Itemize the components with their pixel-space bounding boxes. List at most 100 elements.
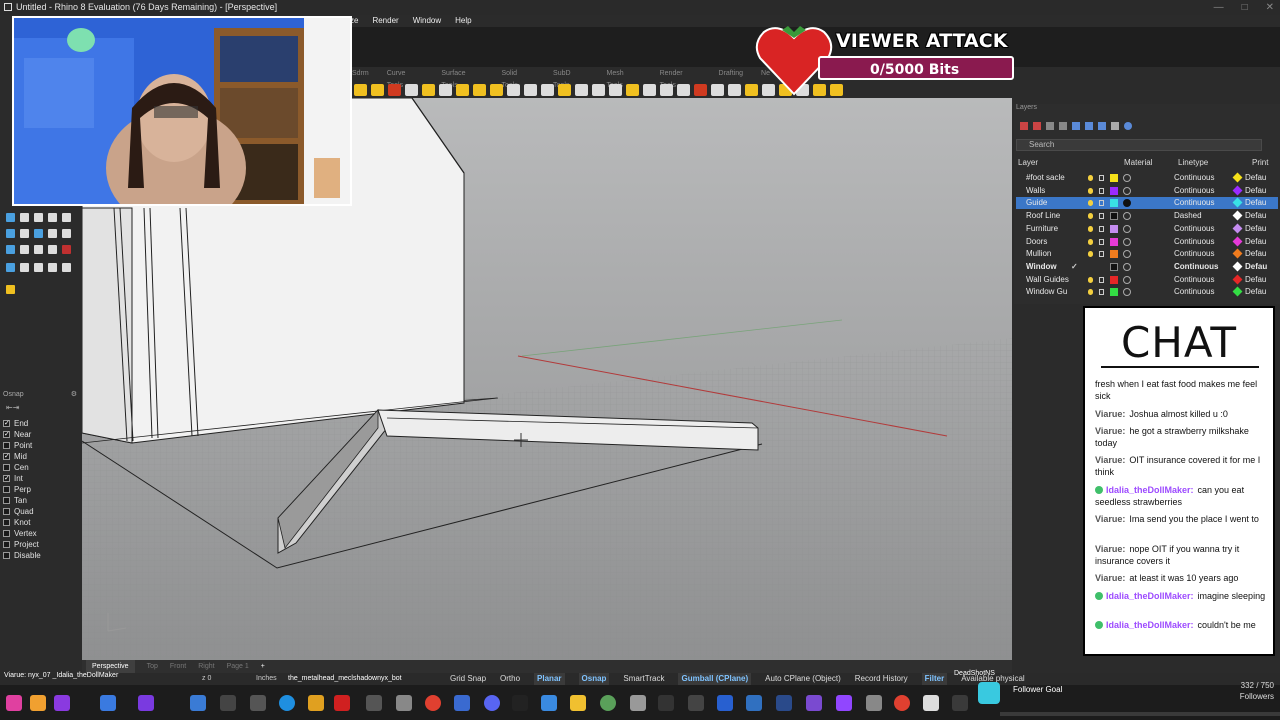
app-icon[interactable] <box>308 695 324 711</box>
print-color-icon[interactable] <box>1232 261 1243 272</box>
extrude-tool-icon[interactable] <box>473 84 486 96</box>
lock-icon[interactable] <box>1099 251 1104 257</box>
app-icon[interactable] <box>952 695 968 711</box>
column-layer[interactable]: Layer <box>1018 158 1038 167</box>
filter-toggle[interactable]: Filter <box>921 673 948 685</box>
split-icon[interactable] <box>62 229 71 238</box>
menu-item-window[interactable]: Window <box>413 15 441 27</box>
select-icon[interactable] <box>6 213 15 222</box>
checkbox[interactable]: ✓ <box>3 475 10 482</box>
print-color-icon[interactable] <box>1232 185 1243 196</box>
layers-tool-icon[interactable] <box>711 84 724 96</box>
menu-icon[interactable] <box>1111 122 1119 130</box>
app-icon[interactable] <box>746 695 762 711</box>
print-color-icon[interactable] <box>1232 286 1243 297</box>
bulb-icon[interactable] <box>1088 251 1093 257</box>
tab-solid-tools[interactable]: Solid Tools <box>501 68 535 89</box>
layer-color-swatch[interactable] <box>1110 288 1118 296</box>
layer-color-swatch[interactable] <box>1110 199 1118 207</box>
print-color-icon[interactable] <box>1232 197 1243 208</box>
layer-color-swatch[interactable] <box>1110 225 1118 233</box>
checkbox[interactable] <box>3 442 10 449</box>
layer-row[interactable]: Doors Continuous Defau <box>1016 236 1278 248</box>
window-select-icon[interactable] <box>34 213 43 222</box>
twitch-icon[interactable] <box>836 695 852 711</box>
layer-row-current[interactable]: Window ✓ Continuous Defau <box>1016 261 1278 273</box>
gumball-toggle[interactable]: Gumball (CPlane) <box>678 673 752 685</box>
osnap-item-int[interactable]: ✓ Int <box>3 473 81 484</box>
checkbox[interactable] <box>3 497 10 504</box>
osnap-item-vertex[interactable]: Vertex <box>3 528 81 539</box>
smarttrack-toggle[interactable]: SmartTrack <box>623 673 664 685</box>
layer-row[interactable]: Walls Continuous Defau <box>1016 185 1278 197</box>
gear-tool-icon[interactable] <box>660 84 673 96</box>
lock-icon[interactable] <box>1099 213 1104 219</box>
maximize-icon[interactable]: □ <box>1242 0 1248 15</box>
checkbox[interactable] <box>3 552 10 559</box>
layer-color-swatch[interactable] <box>1110 250 1118 258</box>
tab-surface-tools[interactable]: Surface Tools <box>441 68 483 89</box>
copy-icon[interactable] <box>48 245 57 254</box>
tab-drafting[interactable]: Drafting <box>719 68 744 80</box>
tab-subd-tools[interactable]: SubD Tools <box>553 68 588 89</box>
solid-tool-icon[interactable] <box>490 84 503 96</box>
app-icon[interactable] <box>717 695 733 711</box>
osnap-item-near[interactable]: ✓ Near <box>3 429 81 440</box>
select-tool-icon[interactable] <box>354 84 367 96</box>
bulb-icon[interactable] <box>1088 213 1093 219</box>
lock-icon[interactable] <box>1099 239 1104 245</box>
bulb-icon[interactable] <box>1088 175 1093 181</box>
material-icon[interactable] <box>1123 288 1131 296</box>
bulb-icon[interactable] <box>1088 200 1093 206</box>
zoom-tool-icon[interactable] <box>728 84 741 96</box>
chrome-icon[interactable] <box>425 695 441 711</box>
material-icon[interactable] <box>1123 187 1131 195</box>
osnap-item-quad[interactable]: Quad <box>3 506 81 517</box>
lock-icon[interactable] <box>1099 188 1104 194</box>
app-icon[interactable] <box>600 695 616 711</box>
help-icon[interactable] <box>1124 122 1132 130</box>
lock-icon[interactable] <box>1099 289 1104 295</box>
checkbox[interactable] <box>3 541 10 548</box>
mirror-icon[interactable] <box>34 263 43 272</box>
app-icon[interactable] <box>866 695 882 711</box>
record-history-toggle[interactable]: Record History <box>855 673 908 685</box>
layer-color-swatch[interactable] <box>1110 238 1118 246</box>
rotate-icon[interactable] <box>6 263 15 272</box>
app-icon[interactable] <box>396 695 412 711</box>
osnap-item-tan[interactable]: Tan <box>3 495 81 506</box>
app-icon[interactable] <box>688 695 704 711</box>
osnap-item-cen[interactable]: Cen <box>3 462 81 473</box>
delete-layer-icon[interactable] <box>1033 122 1041 130</box>
circle-tool-icon[interactable] <box>507 84 520 96</box>
checkbox[interactable] <box>3 508 10 515</box>
sublayer-icon[interactable] <box>1046 122 1054 130</box>
bulb-icon[interactable] <box>1088 239 1093 245</box>
grid-tool-icon[interactable] <box>592 84 605 96</box>
curve-icon[interactable] <box>48 213 57 222</box>
move-down-icon[interactable] <box>1085 122 1093 130</box>
new-layer-icon[interactable] <box>1020 122 1028 130</box>
print-color-icon[interactable] <box>1232 274 1243 285</box>
lock-icon[interactable] <box>1099 226 1104 232</box>
box-tool-icon[interactable] <box>422 84 435 96</box>
curve-tool-icon[interactable] <box>388 84 401 96</box>
column-material[interactable]: Material <box>1124 158 1152 167</box>
ortho-toggle[interactable]: Ortho <box>500 673 520 685</box>
pencil-icon[interactable] <box>6 285 15 294</box>
parent-icon[interactable] <box>1059 122 1067 130</box>
arc-icon[interactable] <box>62 213 71 222</box>
file-explorer-icon[interactable] <box>570 695 586 711</box>
surface-tool-icon[interactable] <box>456 84 469 96</box>
layer-color-swatch[interactable] <box>1110 174 1118 182</box>
layer-row[interactable]: #foot sacle Continuous Defau <box>1016 172 1278 184</box>
layer-color-swatch[interactable] <box>1110 263 1118 271</box>
layer-color-swatch[interactable] <box>1110 187 1118 195</box>
layer-row[interactable]: Wall Guides Continuous Defau <box>1016 274 1278 286</box>
gear-icon[interactable]: ⚙ <box>71 389 77 401</box>
app-icon[interactable] <box>894 695 910 711</box>
osnap-item-perp[interactable]: Perp <box>3 484 81 495</box>
snap-tool-icon[interactable] <box>609 84 622 96</box>
checkbox[interactable]: ✓ <box>3 431 10 438</box>
sphere-tool-icon[interactable] <box>643 84 656 96</box>
